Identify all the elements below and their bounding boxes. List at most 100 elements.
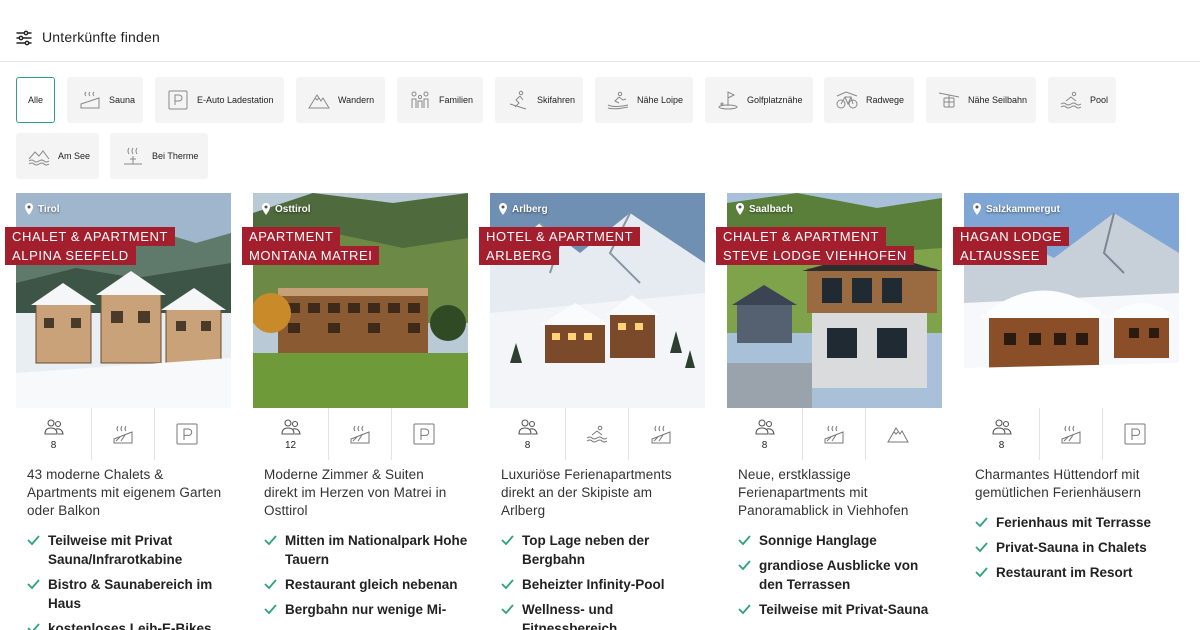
check-icon bbox=[264, 578, 277, 590]
list-item: Wellness- und Fitnessbereich bbox=[501, 600, 705, 630]
list-item: Teilweise mit Privat Sauna/Infrarotkabin… bbox=[27, 531, 231, 569]
card-photo[interactable]: Salzkammergut bbox=[964, 193, 1179, 408]
sauna-amenity bbox=[629, 408, 692, 460]
thermal-icon bbox=[122, 146, 144, 166]
chip-sauna[interactable]: Sauna bbox=[67, 77, 143, 123]
chip-naehe-seilbahn[interactable]: Nähe Seilbahn bbox=[926, 77, 1036, 123]
card-description: Charmantes Hüttendorf mit gemütlichen Fe… bbox=[975, 467, 1142, 500]
chip-alle[interactable]: Alle bbox=[16, 77, 55, 123]
sauna-icon bbox=[349, 423, 371, 445]
list-item: grandiose Ausblicke von den Terrassen bbox=[738, 556, 942, 594]
chip-golfplatznaehe[interactable]: Golfplatznähe bbox=[705, 77, 813, 123]
accommodation-card[interactable]: Arlberg HOTEL & APARTMENT ARLBERG 8 Luxu… bbox=[479, 193, 705, 630]
card-name[interactable]: HAGAN LODGE ALTAUSSEE bbox=[953, 227, 1069, 265]
check-icon bbox=[738, 603, 751, 615]
persons-count: 8 bbox=[524, 440, 531, 451]
cablecar-icon bbox=[938, 90, 960, 110]
chip-label: Skifahren bbox=[537, 95, 576, 105]
chip-am-see[interactable]: Am See bbox=[16, 133, 99, 179]
sauna-amenity bbox=[1040, 408, 1103, 460]
check-icon bbox=[264, 534, 277, 546]
mountain-icon bbox=[887, 423, 909, 445]
parking-amenity bbox=[155, 408, 218, 460]
list-item: Bistro & Saunabereich im Haus bbox=[27, 575, 231, 613]
list-item: kostenloses Leih-E-Bikes bbox=[27, 619, 231, 630]
card-photo[interactable]: Arlberg bbox=[490, 193, 705, 408]
list-item: Privat-Sauna in Chalets bbox=[975, 538, 1179, 557]
check-icon bbox=[975, 566, 988, 578]
chip-familien[interactable]: Familien bbox=[397, 77, 483, 123]
persons-icon bbox=[280, 417, 302, 439]
sauna-amenity bbox=[803, 408, 866, 460]
card-photo[interactable]: Osttirol bbox=[253, 193, 468, 408]
chip-naehe-loipe[interactable]: Nähe Loipe bbox=[595, 77, 693, 123]
top-bar: Unterkünfte finden bbox=[0, 0, 1200, 62]
amenity-row: 8 bbox=[727, 408, 942, 460]
list-item: Top Lage neben der Bergbahn bbox=[501, 531, 705, 569]
location-pin-icon bbox=[24, 203, 34, 215]
list-item: Sonnige Hanglage bbox=[738, 531, 942, 550]
hotel-photo bbox=[253, 193, 468, 408]
persons-icon bbox=[991, 417, 1013, 439]
accommodation-card[interactable]: Osttirol APARTMENT MONTANA MATREI 12 Mod… bbox=[242, 193, 468, 625]
chip-label: Am See bbox=[58, 151, 91, 161]
card-photo[interactable]: Tirol bbox=[16, 193, 231, 408]
sauna-amenity bbox=[329, 408, 392, 460]
chip-wandern[interactable]: Wandern bbox=[296, 77, 385, 123]
chip-e-auto[interactable]: E-Auto Ladestation bbox=[155, 77, 284, 123]
pool-icon bbox=[1060, 90, 1082, 110]
chip-label: Nähe Seilbahn bbox=[968, 95, 1028, 105]
persons-count: 8 bbox=[50, 440, 57, 451]
chip-bei-therme[interactable]: Bei Therme bbox=[110, 133, 208, 179]
card-description: 43 moderne Chalets & Apartments mit eige… bbox=[27, 467, 222, 518]
amenity-row: 8 bbox=[964, 408, 1179, 460]
mountain-icon bbox=[308, 90, 330, 110]
accommodation-card[interactable]: Saalbach CHALET & APARTMENT STEVE LODGE … bbox=[716, 193, 942, 625]
card-description: Neue, erstklassige Ferienapartments mit … bbox=[738, 467, 909, 518]
location-pin-icon bbox=[498, 203, 508, 215]
chip-label: Wandern bbox=[338, 95, 375, 105]
card-photo[interactable]: Saalbach bbox=[727, 193, 942, 408]
check-icon bbox=[501, 534, 514, 546]
lodge-photo bbox=[964, 193, 1179, 408]
chip-pool[interactable]: Pool bbox=[1048, 77, 1116, 123]
chip-label: Sauna bbox=[109, 95, 136, 105]
sliders-icon[interactable] bbox=[16, 30, 32, 46]
list-item: Teilweise mit Privat-Sauna bbox=[738, 600, 942, 619]
region-label: Tirol bbox=[24, 203, 59, 215]
persons-amenity: 8 bbox=[16, 408, 92, 460]
check-icon bbox=[27, 622, 40, 630]
sauna-amenity bbox=[92, 408, 155, 460]
sauna-icon bbox=[823, 423, 845, 445]
check-icon bbox=[975, 541, 988, 553]
amenity-row: 8 bbox=[490, 408, 705, 460]
card-name[interactable]: APARTMENT MONTANA MATREI bbox=[242, 227, 380, 265]
parking-icon bbox=[1124, 423, 1146, 445]
chip-label: Pool bbox=[1090, 95, 1109, 105]
pool-amenity bbox=[566, 408, 629, 460]
chip-label: Familien bbox=[439, 95, 474, 105]
sauna-icon bbox=[1060, 423, 1082, 445]
bike-icon bbox=[836, 90, 858, 110]
persons-icon bbox=[754, 417, 776, 439]
chip-label: Radwege bbox=[866, 95, 905, 105]
location-pin-icon bbox=[261, 203, 271, 215]
accommodation-card[interactable]: Salzkammergut HAGAN LODGE ALTAUSSEE 8 Ch… bbox=[953, 193, 1179, 588]
chip-skifahren[interactable]: Skifahren bbox=[495, 77, 583, 123]
card-name[interactable]: CHALET & APARTMENT STEVE LODGE VIEHHOFEN bbox=[716, 227, 914, 265]
location-pin-icon bbox=[972, 203, 982, 215]
accommodation-card[interactable]: Tirol CHALET & APARTMENT ALPINA SEEFELD … bbox=[5, 193, 231, 630]
persons-amenity: 8 bbox=[727, 408, 803, 460]
card-name[interactable]: CHALET & APARTMENT ALPINA SEEFELD bbox=[5, 227, 176, 265]
pool-icon bbox=[586, 423, 608, 445]
chalet-photo bbox=[16, 193, 231, 408]
chip-label: Nähe Loipe bbox=[637, 95, 684, 105]
check-icon bbox=[975, 516, 988, 528]
persons-count: 8 bbox=[998, 440, 1005, 451]
card-name[interactable]: HOTEL & APARTMENT ARLBERG bbox=[479, 227, 641, 265]
persons-icon bbox=[517, 417, 539, 439]
card-description: Luxuriöse Ferienapartments direkt an der… bbox=[501, 467, 672, 518]
persons-count: 8 bbox=[761, 440, 768, 451]
region-label: Salzkammergut bbox=[972, 203, 1060, 215]
chip-radwege[interactable]: Radwege bbox=[824, 77, 914, 123]
